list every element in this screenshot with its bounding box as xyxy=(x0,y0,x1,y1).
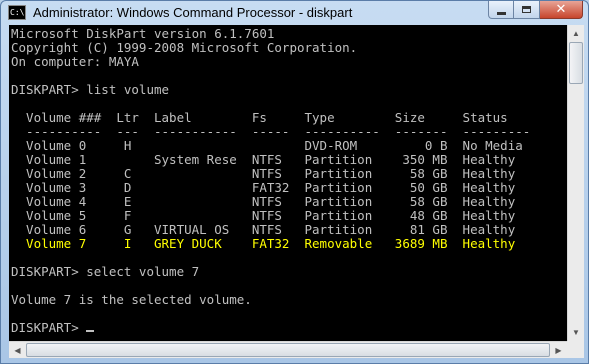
table-row: Volume 2 C NTFS Partition 58 GB Healthy xyxy=(11,166,516,181)
console-line: Volume 7 is the selected volume. xyxy=(11,292,252,307)
table-separator: ---------- --- ----------- ----- -------… xyxy=(11,124,531,139)
scroll-right-arrow-icon[interactable]: ▶ xyxy=(550,342,567,358)
scroll-down-arrow-icon[interactable]: ▼ xyxy=(568,324,584,341)
close-button[interactable]: ✕ xyxy=(540,1,583,19)
horizontal-scroll-thumb[interactable] xyxy=(26,343,550,357)
maximize-button[interactable] xyxy=(514,1,540,19)
prompt-line[interactable]: DISKPART> xyxy=(11,320,95,335)
title-bar[interactable]: C:\ Administrator: Windows Command Proce… xyxy=(1,1,588,25)
horizontal-scrollbar[interactable]: ◀ ▶ xyxy=(9,341,567,358)
minimize-icon xyxy=(496,11,506,15)
vertical-scrollbar[interactable]: ▲ ▼ xyxy=(567,25,584,341)
command-window: C:\ Administrator: Windows Command Proce… xyxy=(0,0,589,364)
prompt-text: DISKPART> xyxy=(11,320,87,335)
console-line: Copyright (C) 1999-2008 Microsoft Corpor… xyxy=(11,40,358,55)
scroll-left-arrow-icon[interactable]: ◀ xyxy=(9,342,26,358)
table-header: Volume ### Ltr Label Fs Type Size Status xyxy=(11,110,508,125)
console-line: DISKPART> list volume xyxy=(11,82,170,97)
console-line: DISKPART> select volume 7 xyxy=(11,264,200,279)
table-row-selected: Volume 7 I GREY DUCK FAT32 Removable 368… xyxy=(11,236,516,251)
window-title: Administrator: Windows Command Processor… xyxy=(33,5,353,20)
table-row: Volume 1 System Rese NTFS Partition 350 … xyxy=(11,152,516,167)
table-row: Volume 6 G VIRTUAL OS NTFS Partition 81 … xyxy=(11,222,516,237)
console-output[interactable]: Microsoft DiskPart version 6.1.7601 Copy… xyxy=(9,25,567,341)
scroll-up-arrow-icon[interactable]: ▲ xyxy=(568,25,584,42)
console-line: Microsoft DiskPart version 6.1.7601 xyxy=(11,26,275,41)
table-row: Volume 0 H DVD-ROM 0 B No Media xyxy=(11,138,523,153)
vertical-scroll-thumb[interactable] xyxy=(569,42,583,84)
close-icon: ✕ xyxy=(555,2,567,17)
window-controls: ✕ xyxy=(488,1,583,20)
maximize-icon xyxy=(522,6,531,13)
minimize-button[interactable] xyxy=(488,1,514,19)
table-row: Volume 5 F NTFS Partition 48 GB Healthy xyxy=(11,208,516,223)
cmd-icon[interactable]: C:\ xyxy=(8,5,26,20)
text-cursor xyxy=(86,330,95,332)
console-line: On computer: MAYA xyxy=(11,54,139,69)
table-row: Volume 3 D FAT32 Partition 50 GB Healthy xyxy=(11,180,516,195)
table-row: Volume 4 E NTFS Partition 58 GB Healthy xyxy=(11,194,516,209)
resize-grip[interactable] xyxy=(567,341,584,358)
